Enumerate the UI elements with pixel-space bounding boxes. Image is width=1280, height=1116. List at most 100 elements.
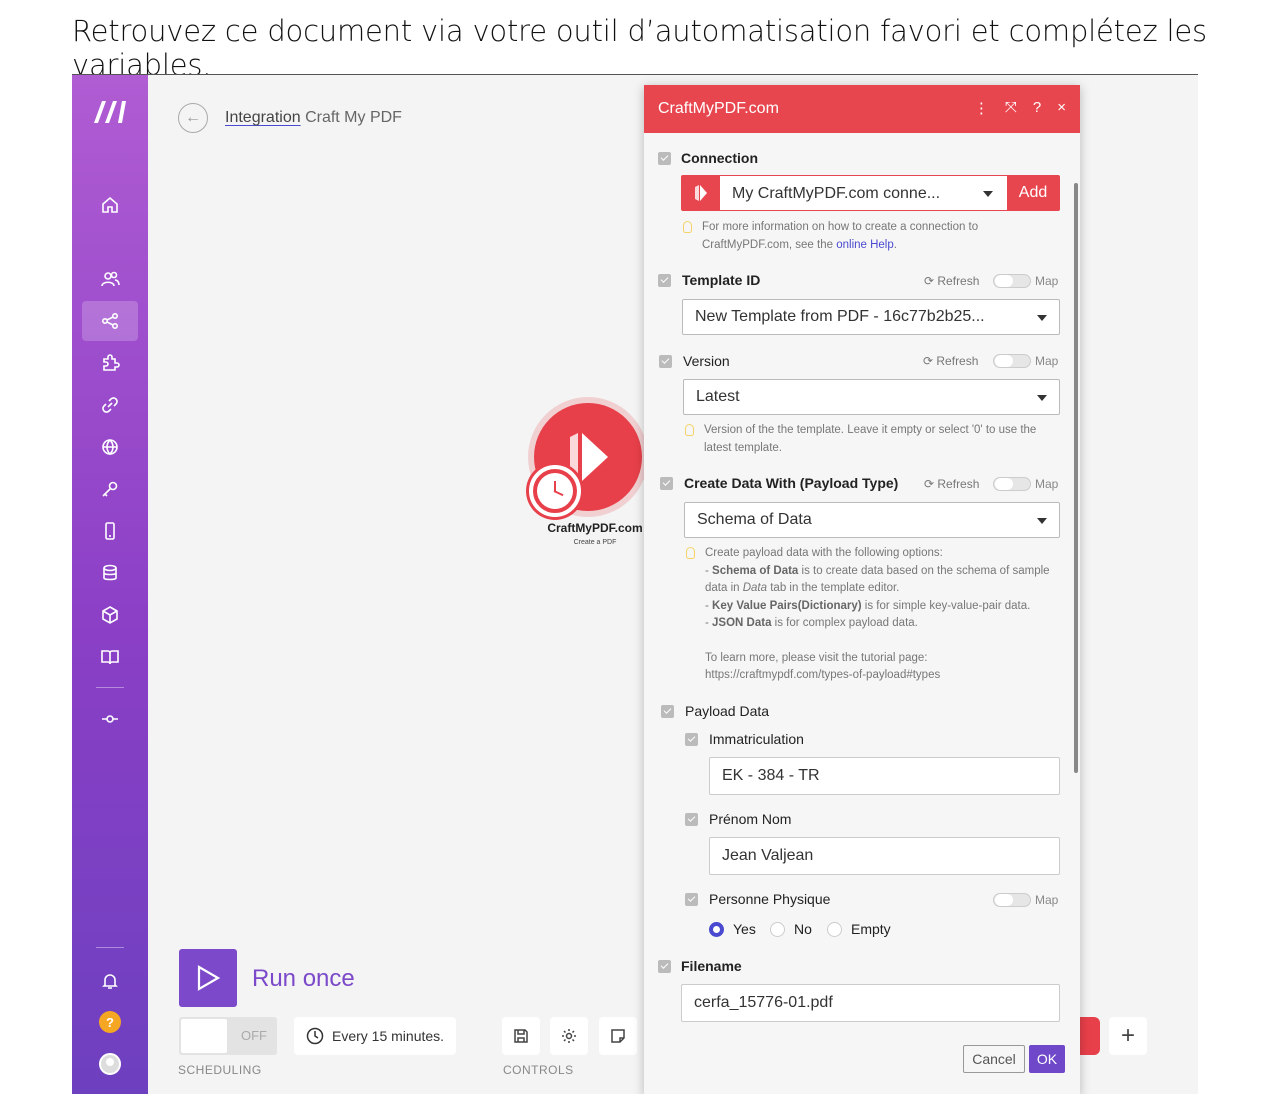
note-icon xyxy=(611,1029,625,1043)
scheduling-toggle[interactable]: OFF xyxy=(179,1017,277,1055)
template-id-checkbox[interactable] xyxy=(658,274,671,287)
sidebar: ? xyxy=(72,75,148,1094)
avatar[interactable] xyxy=(99,1053,121,1075)
share-icon[interactable] xyxy=(94,305,126,337)
craftmypdf-icon xyxy=(682,176,720,210)
lightbulb-icon xyxy=(685,424,694,436)
play-icon xyxy=(197,965,221,991)
module-subtitle: Create a PDF xyxy=(573,539,617,546)
create-data-select[interactable]: Schema of Data xyxy=(684,502,1060,538)
refresh-create-data-button[interactable]: ⟳ Refresh xyxy=(924,477,979,491)
dialog-body[interactable]: Connection My CraftMyPDF.com conne... Ad… xyxy=(644,133,1080,1094)
sidebar-divider xyxy=(96,947,124,948)
ok-button[interactable]: OK xyxy=(1029,1045,1065,1073)
make-logo-icon[interactable] xyxy=(92,99,130,125)
template-id-select[interactable]: New Template from PDF - 16c77b2b25... xyxy=(682,299,1060,335)
globe-icon[interactable] xyxy=(94,431,126,463)
immatriculation-checkbox[interactable] xyxy=(685,733,698,746)
version-select[interactable]: Latest xyxy=(683,379,1060,415)
chevron-down-icon xyxy=(1037,518,1047,524)
puzzle-icon[interactable] xyxy=(94,347,126,379)
radio-no[interactable] xyxy=(770,922,785,937)
add-button[interactable]: + xyxy=(1109,1017,1147,1055)
map-label: Map xyxy=(1035,893,1059,907)
version-value: Latest xyxy=(696,388,740,405)
help-icon[interactable]: ? xyxy=(99,1011,121,1033)
tutorial-url: https://craftmypdf.com/types-of-payload#… xyxy=(705,669,941,681)
home-icon[interactable] xyxy=(94,189,126,221)
module-name: CraftMyPDF.com xyxy=(547,521,643,535)
module-settings-dialog: CraftMyPDF.com ⋮ ⤧ ? × Connection My Cra… xyxy=(644,85,1080,1094)
payload-checkbox[interactable] xyxy=(661,705,674,718)
filename-input[interactable]: cerfa_15776-01.pdf xyxy=(681,984,1060,1022)
online-help-link[interactable]: online Help xyxy=(836,239,894,251)
controls-label: CONTROLS xyxy=(503,1063,574,1077)
create-data-map-toggle[interactable] xyxy=(993,477,1031,491)
help-icon[interactable]: ? xyxy=(1033,99,1041,117)
filename-checkbox[interactable] xyxy=(658,960,671,973)
database-icon[interactable] xyxy=(94,557,126,589)
box-icon[interactable] xyxy=(94,599,126,631)
refresh-template-button[interactable]: ⟳ Refresh xyxy=(924,274,979,288)
version-map-toggle[interactable] xyxy=(993,354,1031,368)
book-icon[interactable] xyxy=(94,641,126,673)
radio-yes[interactable] xyxy=(709,922,724,937)
map-label: Map xyxy=(1035,274,1059,288)
link-icon[interactable] xyxy=(94,389,126,421)
connection-help: For more information on how to create a … xyxy=(702,221,979,251)
immatriculation-label: Immatriculation xyxy=(709,731,804,747)
template-id-value: New Template from PDF - 16c77b2b25... xyxy=(695,308,985,325)
connection-checkbox[interactable] xyxy=(658,152,671,165)
radio-no-label[interactable]: No xyxy=(794,921,812,937)
scrollbar[interactable] xyxy=(1074,183,1078,773)
save-button[interactable] xyxy=(502,1017,540,1055)
notes-button[interactable] xyxy=(599,1017,637,1055)
immatriculation-input[interactable]: EK - 384 - TR xyxy=(709,757,1060,795)
schedule-frequency: Every 15 minutes. xyxy=(332,1028,445,1044)
version-help: Version of the the template. Leave it em… xyxy=(704,424,1037,454)
radio-empty[interactable] xyxy=(827,922,842,937)
breadcrumb-link[interactable]: Integration xyxy=(225,109,301,126)
version-checkbox[interactable] xyxy=(659,355,672,368)
run-once-label[interactable]: Run once xyxy=(252,965,355,993)
connection-select[interactable]: My CraftMyPDF.com conne... Add xyxy=(681,175,1060,211)
cancel-button[interactable]: Cancel xyxy=(963,1045,1025,1073)
add-connection-button[interactable]: Add xyxy=(1007,176,1059,210)
scenario-name[interactable]: Craft My PDF xyxy=(305,109,402,126)
team-icon[interactable] xyxy=(94,263,126,295)
schedule-clock-icon[interactable] xyxy=(529,465,581,517)
refresh-version-button[interactable]: ⟳ Refresh xyxy=(923,354,978,368)
version-label: Version xyxy=(683,353,730,369)
create-data-checkbox[interactable] xyxy=(660,477,673,490)
more-menu-icon[interactable]: ⋮ xyxy=(974,99,989,117)
template-map-toggle[interactable] xyxy=(993,274,1031,288)
settings-button[interactable] xyxy=(550,1017,588,1055)
breadcrumb: Integration Craft My PDF xyxy=(225,109,402,127)
radio-empty-label[interactable]: Empty xyxy=(851,921,891,937)
name-label: Prénom Nom xyxy=(709,811,792,827)
radio-yes-label[interactable]: Yes xyxy=(733,921,756,937)
person-label: Personne Physique xyxy=(709,891,831,907)
commit-icon[interactable] xyxy=(94,703,126,735)
chevron-down-icon xyxy=(983,191,993,197)
filename-label: Filename xyxy=(681,958,742,974)
name-checkbox[interactable] xyxy=(685,813,698,826)
clock-icon xyxy=(306,1027,324,1045)
gear-icon xyxy=(562,1029,576,1043)
key-icon[interactable] xyxy=(94,473,126,505)
person-map-toggle[interactable] xyxy=(993,893,1031,907)
app-window: ? ← Integration Craft My PDF CraftMyPDF.… xyxy=(72,74,1198,1094)
connection-label: Connection xyxy=(681,150,758,166)
close-icon[interactable]: × xyxy=(1057,99,1066,117)
bell-icon[interactable] xyxy=(94,965,126,997)
mobile-device-icon[interactable] xyxy=(94,515,126,547)
back-arrow-icon[interactable]: ← xyxy=(178,103,208,133)
run-once-button[interactable] xyxy=(179,949,237,1007)
sidebar-divider xyxy=(96,687,124,688)
expand-icon[interactable]: ⤧ xyxy=(1005,99,1017,117)
name-input[interactable]: Jean Valjean xyxy=(709,837,1060,875)
person-checkbox[interactable] xyxy=(685,893,698,906)
chevron-down-icon xyxy=(1037,315,1047,321)
schedule-frequency-button[interactable]: Every 15 minutes. xyxy=(294,1017,456,1055)
create-data-label: Create Data With (Payload Type) xyxy=(684,475,899,491)
